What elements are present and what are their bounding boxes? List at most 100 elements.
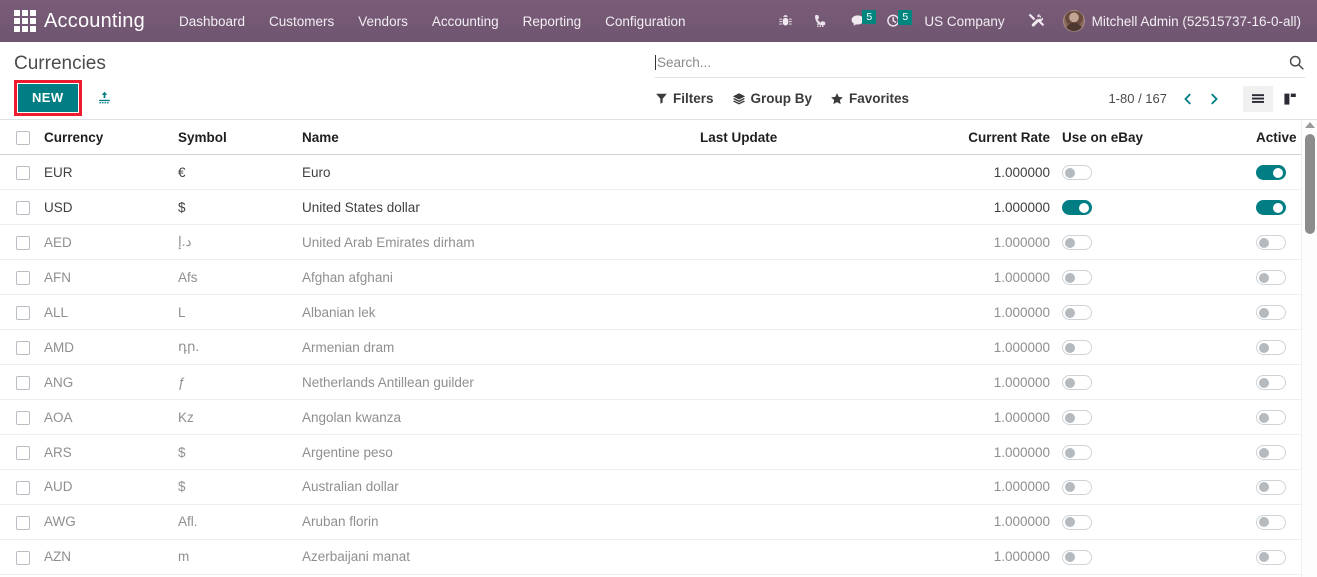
active-toggle[interactable] [1256, 235, 1286, 251]
navbar-right-actions: 5 5 US Company Mitchell Admin (52515737-… [768, 3, 1307, 40]
user-menu[interactable]: Mitchell Admin (52515737-16-0-all) [1055, 4, 1307, 38]
use-on-ebay-toggle[interactable] [1062, 235, 1092, 251]
active-toggle[interactable] [1256, 479, 1286, 495]
row-checkbox[interactable] [16, 375, 30, 390]
table-row[interactable]: ANG ƒ Netherlands Antillean guilder 1.00000… [0, 364, 1317, 401]
row-checkbox[interactable] [16, 515, 30, 530]
row-checkbox[interactable] [16, 305, 30, 320]
menu-item-vendors[interactable]: Vendors [346, 3, 420, 40]
use-on-ebay-toggle[interactable] [1062, 340, 1092, 356]
use-on-ebay-toggle[interactable] [1062, 375, 1092, 391]
row-checkbox[interactable] [16, 166, 30, 181]
cell-current-rate: 1.000000 [932, 294, 1054, 331]
row-checkbox[interactable] [16, 236, 30, 251]
active-toggle[interactable] [1256, 549, 1286, 565]
row-checkbox[interactable] [16, 201, 30, 216]
list-view-icon[interactable] [1243, 85, 1273, 112]
scrollbar-thumb[interactable] [1305, 134, 1315, 234]
active-toggle[interactable] [1256, 305, 1286, 321]
favorites-button[interactable]: Favorites [830, 91, 909, 106]
cell-last-update [692, 364, 932, 401]
chevron-left-icon[interactable] [1177, 90, 1199, 108]
messages-icon[interactable]: 5 [839, 7, 877, 36]
active-toggle[interactable] [1256, 165, 1286, 181]
activities-clock-icon[interactable]: 5 [876, 7, 913, 35]
table-row[interactable]: AFN Afs Afghan afghani 1.000000 [0, 259, 1317, 296]
menu-item-customers[interactable]: Customers [257, 3, 346, 40]
use-on-ebay-toggle[interactable] [1062, 549, 1092, 565]
active-toggle[interactable] [1256, 340, 1286, 356]
cell-currency: EUR [36, 154, 170, 191]
table-row[interactable]: EUR € Euro 1.000000 [0, 154, 1317, 191]
cell-symbol: $ [170, 434, 294, 470]
table-row[interactable]: AZN m Azerbaijani manat 1.000000 [0, 539, 1317, 575]
table-row[interactable]: ARS $ Argentine peso 1.000000 [0, 434, 1317, 470]
active-toggle[interactable] [1256, 514, 1286, 530]
use-on-ebay-toggle[interactable] [1062, 514, 1092, 530]
kanban-view-icon[interactable] [1275, 86, 1305, 112]
use-on-ebay-toggle[interactable] [1062, 270, 1092, 286]
top-navbar: Accounting Dashboard Customers Vendors A… [0, 0, 1317, 42]
main-menu: Dashboard Customers Vendors Accounting R… [167, 3, 698, 40]
search-icon[interactable] [1280, 54, 1305, 71]
table-row[interactable]: AMD դր. Armenian dram 1.000000 [0, 329, 1317, 366]
row-checkbox[interactable] [16, 410, 30, 425]
table-row[interactable]: AED د.إ United Arab Emirates dirham 1.00000… [0, 224, 1317, 261]
table-row[interactable]: USD $ United States dollar 1.000000 [0, 189, 1317, 226]
active-toggle[interactable] [1256, 270, 1286, 286]
control-panel: Currencies NEW Search... Filters Group B… [0, 42, 1317, 120]
menu-item-configuration[interactable]: Configuration [593, 3, 697, 40]
column-header-last-update[interactable]: Last Update [692, 120, 932, 156]
active-toggle[interactable] [1256, 445, 1286, 460]
new-button[interactable]: NEW [18, 84, 78, 113]
column-header-current-rate[interactable]: Current Rate [932, 120, 1054, 156]
search-input[interactable] [657, 55, 1280, 70]
filters-button[interactable]: Filters [655, 91, 714, 106]
table-row[interactable]: AWG Afl. Aruban florin 1.000000 [0, 504, 1317, 540]
select-all-header [0, 120, 36, 156]
row-checkbox[interactable] [16, 340, 30, 355]
company-switcher[interactable]: US Company [912, 3, 1016, 40]
active-toggle[interactable] [1256, 410, 1286, 426]
use-on-ebay-toggle[interactable] [1062, 410, 1092, 426]
use-on-ebay-toggle[interactable] [1062, 200, 1092, 216]
table-row[interactable]: ALL L Albanian lek 1.000000 [0, 294, 1317, 331]
apps-grid-icon[interactable] [14, 10, 36, 32]
column-header-name[interactable]: Name [294, 120, 692, 156]
menu-item-dashboard[interactable]: Dashboard [167, 3, 257, 40]
activities-count-badge: 5 [898, 10, 913, 25]
upload-import-icon[interactable] [96, 90, 113, 107]
active-toggle[interactable] [1256, 200, 1286, 216]
use-on-ebay-toggle[interactable] [1062, 165, 1092, 181]
active-toggle[interactable] [1256, 375, 1286, 391]
phone-dialpad-icon[interactable] [803, 7, 839, 35]
column-header-currency[interactable]: Currency [36, 120, 170, 156]
use-on-ebay-toggle[interactable] [1062, 445, 1092, 460]
table-row[interactable]: AOA Kz Angolan kwanza 1.000000 [0, 399, 1317, 436]
bug-icon[interactable] [768, 8, 803, 35]
chevron-right-icon[interactable] [1203, 90, 1225, 108]
table-row[interactable]: AUD $ Australian dollar 1.000000 [0, 469, 1317, 505]
cell-current-rate: 1.000000 [932, 364, 1054, 401]
row-checkbox[interactable] [16, 480, 30, 495]
column-header-symbol[interactable]: Symbol [170, 120, 294, 156]
menu-item-accounting[interactable]: Accounting [420, 3, 511, 40]
cell-last-update [692, 224, 932, 261]
row-select-cell [0, 329, 36, 366]
row-checkbox[interactable] [16, 550, 30, 565]
row-select-cell [0, 224, 36, 261]
use-on-ebay-toggle[interactable] [1062, 305, 1092, 321]
menu-item-reporting[interactable]: Reporting [511, 3, 594, 40]
column-header-use-on-ebay[interactable]: Use on eBay [1054, 120, 1214, 156]
select-all-checkbox[interactable] [16, 131, 30, 146]
app-brand-accounting[interactable]: Accounting [44, 10, 145, 33]
vertical-scrollbar[interactable] [1301, 120, 1317, 577]
row-checkbox[interactable] [16, 445, 30, 460]
scroll-up-arrow[interactable] [1304, 122, 1315, 128]
cell-current-rate: 1.000000 [932, 399, 1054, 436]
use-on-ebay-toggle[interactable] [1062, 479, 1092, 495]
row-checkbox[interactable] [16, 271, 30, 285]
group-by-button[interactable]: Group By [732, 91, 812, 106]
favorites-label: Favorites [849, 91, 910, 106]
tools-icon[interactable] [1017, 6, 1055, 36]
